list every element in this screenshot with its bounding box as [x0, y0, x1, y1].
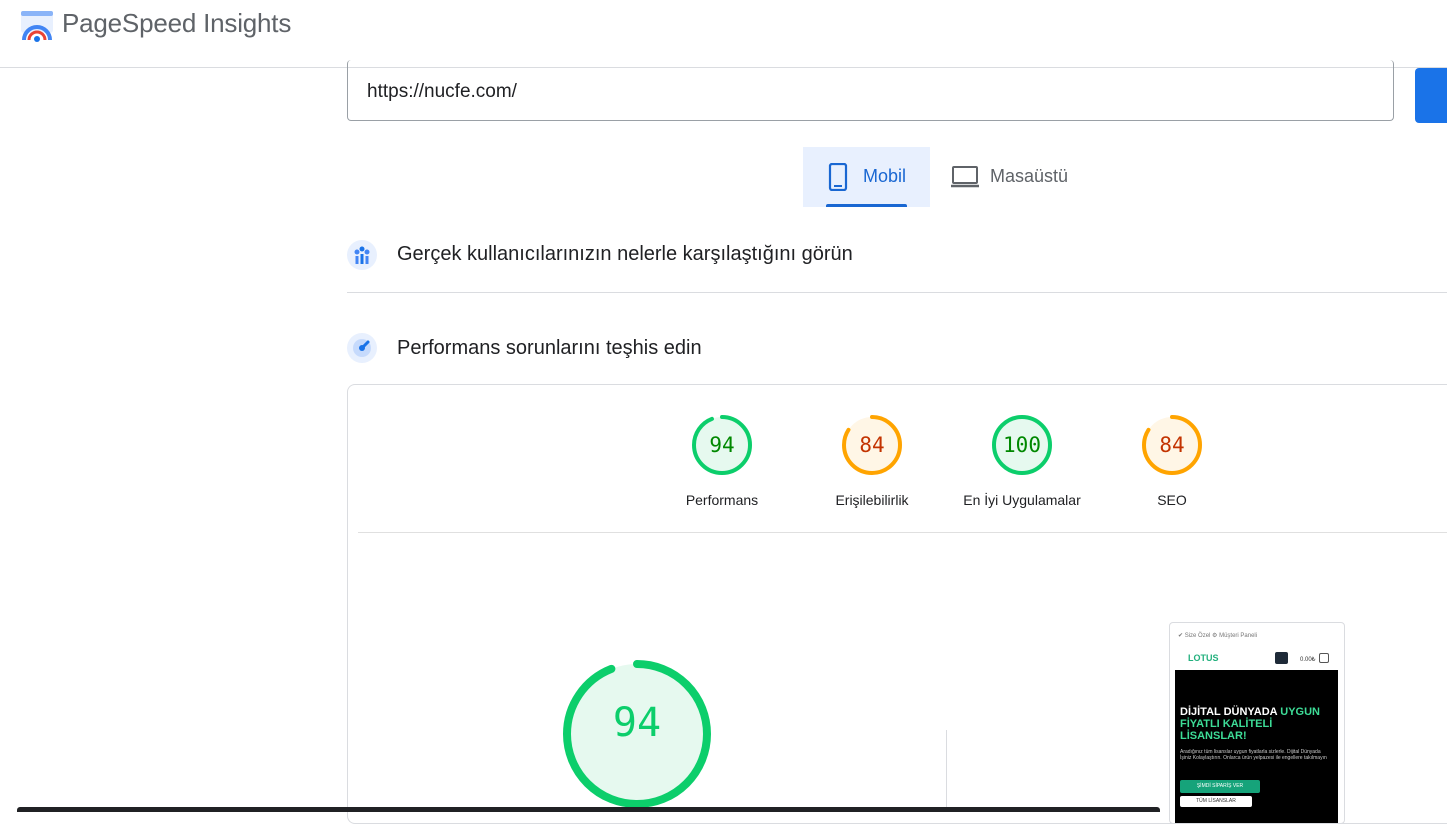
smartphone-icon — [828, 163, 848, 191]
screenshot-logo: LOTUS — [1188, 653, 1219, 663]
screenshot-licenses-button: TÜM LİSANSLAR — [1180, 796, 1252, 807]
screenshot-order-button: ŞİMDİ SİPARİŞ VER — [1180, 780, 1260, 793]
gauge-score: 84 — [1159, 433, 1185, 457]
tab-active-indicator — [826, 204, 907, 207]
main-performance-score: 94 — [612, 700, 662, 746]
gauge-score: 100 — [1003, 433, 1041, 457]
gauge-score: 94 — [709, 433, 735, 457]
screenshot-price: 0.00₺ — [1300, 657, 1316, 663]
url-input[interactable]: https://nucfe.com/ — [347, 60, 1394, 121]
section-divider — [347, 292, 1447, 293]
screenshot-headline: DİJİTAL DÜNYADA UYGUN FİYATLI KALİTELİ L… — [1180, 706, 1335, 742]
pagespeed-logo-icon[interactable] — [20, 10, 54, 44]
vertical-divider — [946, 730, 947, 812]
screenshot-cart-icon — [1319, 653, 1329, 663]
app-title: PageSpeed Insights — [62, 8, 292, 38]
users-chart-icon — [347, 240, 377, 270]
gauge-seo[interactable]: 84 — [1140, 413, 1204, 477]
lab-data-title: Performans sorunlarını teşhis edin — [397, 337, 702, 359]
laptop-icon — [951, 166, 979, 188]
lighthouse-icon — [347, 333, 377, 363]
gauge-label: En İyi Uygulamalar — [963, 492, 1081, 508]
gauge-performance[interactable]: 94 — [690, 413, 754, 477]
gauge-score: 84 — [859, 433, 885, 457]
bottom-overlay-bar — [17, 807, 1160, 812]
tab-mobile[interactable]: Mobil — [803, 147, 930, 207]
tab-desktop-label: Masaüstü — [990, 166, 1069, 186]
url-input-value[interactable]: https://nucfe.com/ — [367, 81, 517, 103]
field-data-title: Gerçek kullanıcılarınızın nelerle karşıl… — [397, 243, 853, 265]
screenshot-menu-icon — [1275, 652, 1288, 664]
screenshot-headline-white: DİJİTAL DÜNYADA — [1180, 706, 1278, 718]
top-app-bar: PageSpeed Insights — [0, 0, 1447, 68]
gauge-best-practices[interactable]: 100 — [990, 413, 1054, 477]
gauge-label: Erişilebilirlik — [835, 492, 909, 508]
screenshot-topbar: ✔ Size Özel ⚙ Müşteri Paneli — [1178, 633, 1258, 639]
page-screenshot: ✔ Size Özel ⚙ Müşteri Paneli LOTUS 0.00₺… — [1169, 622, 1345, 824]
tab-mobile-label: Mobil — [863, 166, 907, 186]
gauges-divider — [358, 532, 1447, 533]
gauge-accessibility[interactable]: 84 — [840, 413, 904, 477]
tab-desktop[interactable]: Masaüstü — [948, 147, 1088, 207]
screenshot-hero: DİJİTAL DÜNYADA UYGUN FİYATLI KALİTELİ L… — [1175, 670, 1338, 823]
analyze-button[interactable] — [1415, 68, 1447, 123]
gauge-label: Performans — [685, 492, 759, 508]
screenshot-paragraph: Aradığınız tüm lisanslar uygun fiyatlarl… — [1180, 749, 1327, 761]
gauge-label: SEO — [1157, 492, 1187, 508]
